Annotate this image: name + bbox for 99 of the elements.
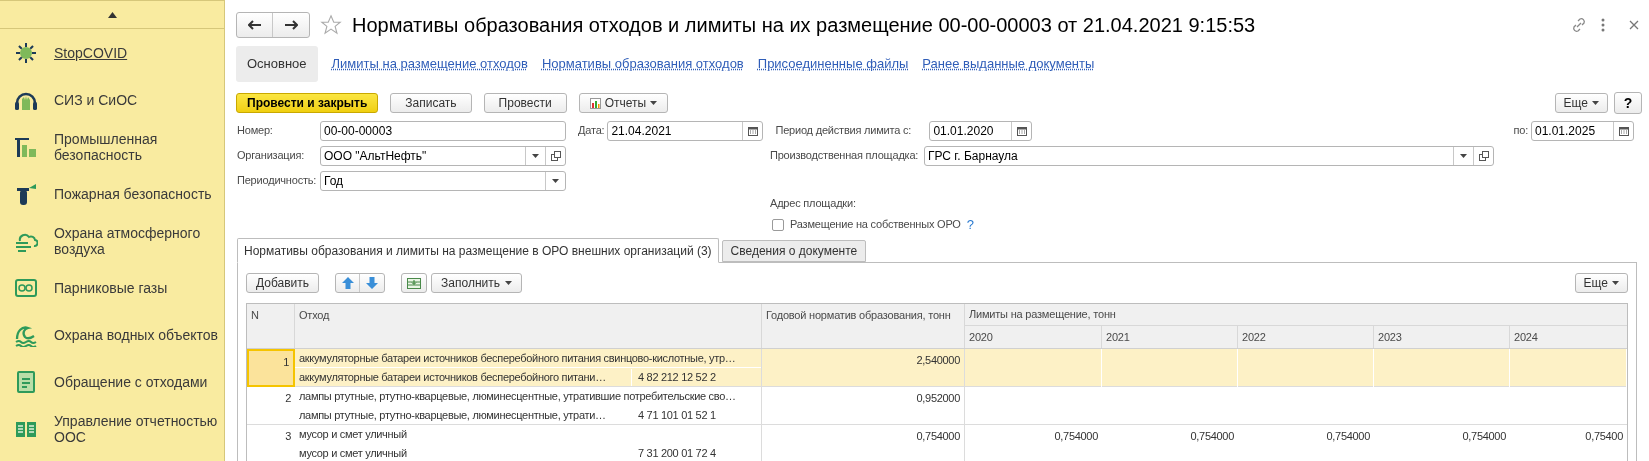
column-header[interactable]: 2020 [965, 326, 1102, 348]
toolbar-button[interactable]: Записать [390, 93, 472, 113]
open-icon [550, 150, 561, 161]
star-icon[interactable] [320, 14, 342, 36]
table-cell-text: 0,754000 [1325, 429, 1371, 444]
open-icon [1478, 150, 1489, 161]
sidebar-item[interactable]: Охрана водных объектов [54, 326, 218, 343]
field-label: Адрес площадки: [770, 196, 856, 212]
sidebar-item[interactable]: СИЗ и СиОС [54, 91, 138, 108]
field-label: Дата: [578, 123, 605, 139]
table-cell: аккумуляторные батареи источников бесперебойного питания свинцово-кислотные, утр… [295, 349, 761, 368]
fill-button[interactable]: Заполнить [431, 273, 522, 293]
table-cell-text: 4 82 212 12 52 2 [637, 370, 717, 386]
column-header[interactable]: Лимиты на размещение, тонн [965, 304, 1627, 326]
dropdown-field[interactable]: Год [320, 170, 566, 191]
field-label: по: [1513, 123, 1528, 139]
sidebar-item[interactable]: Обращение с отходами [54, 373, 208, 390]
nav-tab[interactable]: Основное [236, 46, 318, 82]
caret-icon [1592, 101, 1599, 105]
date-field[interactable]: 01.01.2025 [1531, 120, 1634, 141]
column-header[interactable]: 2021 [1102, 326, 1238, 348]
table-cell-text: мусор и смет уличный [298, 446, 408, 461]
link-icon[interactable] [1571, 17, 1587, 33]
caret-icon [1460, 153, 1467, 158]
field-label: Размещение на собственных ОРО [790, 217, 961, 233]
table-cell: аккумуляторные батареи источников бесперебойного питани… [295, 369, 632, 386]
table-cell-text: лампы ртутные, ртутно-кварцевые, люминесцентные, утрати… [298, 408, 607, 424]
tab[interactable]: Нормативы образования и лимиты на размещение в ОРО внешних организаций (3) [237, 238, 719, 263]
sidebar-item[interactable]: Охрана атмосферного воздуха [54, 224, 224, 257]
fire-extinguisher-icon [14, 181, 38, 206]
add-button[interactable]: Добавить [246, 273, 320, 293]
table-cell-text: 0,75400 [1584, 429, 1624, 444]
sidebar-item[interactable]: StopCOVID [54, 44, 128, 61]
date-field[interactable]: 21.04.2021 [607, 120, 764, 141]
caret-icon [532, 153, 539, 158]
table-cell-text: лампы ртутные, ртутно-кварцевые, люминесцентные, утратившие потребительские сво… [298, 389, 737, 405]
fill-table-button[interactable] [401, 273, 428, 293]
help-link[interactable]: ? [966, 214, 974, 235]
column-header[interactable]: Годовой норматив образования, тонн [762, 304, 965, 348]
toolbar-button[interactable]: Провести [483, 93, 567, 113]
field-label: Номер: [237, 123, 274, 139]
more-button[interactable]: Еще [1574, 273, 1628, 293]
scroll-up-icon[interactable] [107, 11, 117, 18]
column-header[interactable]: 2022 [1238, 326, 1374, 348]
field-label: Период действия лимита с: [775, 123, 913, 139]
sidebar-item[interactable]: Управление отчетностью ООС [54, 412, 224, 445]
table-row[interactable]: 1 аккумуляторные батареи источников бесперебойного питания свинцово-кислотные, утр… аккумуляторные батареи источников бесперебойного питани… 4 82 212 12 52 2 2,540000 [247, 349, 1627, 387]
chart-icon [589, 97, 601, 109]
tab[interactable]: Сведения о документе [721, 240, 867, 262]
table-row[interactable]: 2 лампы ртутные, ртутно-кварцевые, люминесцентные, утратившие потребительские сво… лампы ртутные, ртутно-кварцевые, люминесцентные, утрати… 4 71 101 01 52 1 0,952000 [247, 387, 1627, 425]
sidebar-item[interactable]: Парниковые газы [54, 279, 168, 296]
column-header[interactable]: 2024 [1510, 326, 1627, 348]
arrow-right-icon [284, 20, 298, 30]
more-icon[interactable] [1601, 18, 1605, 32]
document-icon [14, 369, 38, 394]
column-header[interactable]: 2023 [1374, 326, 1510, 348]
table-cell-text: 3 [284, 429, 292, 444]
calendar-icon [1016, 125, 1027, 136]
calendar-icon [1618, 125, 1629, 136]
sidebar-item[interactable]: Пожарная безопасность [54, 185, 212, 202]
table-cell-text: 2 [284, 391, 292, 406]
field-label: Производственная площадка: [770, 148, 920, 164]
help-button[interactable]: ? [1614, 92, 1642, 114]
arrow-left-icon [247, 20, 262, 30]
post-close-button[interactable]: Провести и закрыть [236, 93, 379, 113]
nav-tab[interactable]: Нормативы образования отходов [535, 54, 750, 74]
input-field[interactable]: 00-00-00003 [320, 120, 566, 141]
input-field[interactable]: ГРС г. Барнаула [924, 145, 1494, 166]
table-cell-text: мусор и смет уличный [298, 427, 408, 443]
reports-button[interactable]: Отчеты [578, 93, 669, 113]
table-cell: 1 [247, 349, 295, 387]
caret-icon [504, 281, 512, 285]
date-field[interactable]: 01.01.2020 [929, 120, 1033, 141]
checkbox[interactable] [772, 218, 784, 231]
sidebar-item[interactable]: Промышленная безопасность [54, 130, 224, 163]
column-header[interactable]: Отход [295, 304, 762, 348]
nav-tab[interactable]: Ранее выданные документы [916, 54, 1101, 74]
table-cell-text: 0,754000 [1461, 429, 1507, 444]
calendar-icon [747, 125, 758, 136]
caret-icon [1612, 281, 1619, 285]
column-header[interactable]: N [247, 304, 295, 348]
table-cell: 0,754000 [762, 425, 965, 461]
input-field[interactable]: ООО "АльтНефть" [320, 145, 566, 166]
arrow-up-icon [341, 277, 354, 289]
nav-tab[interactable]: Присоединенные файлы [751, 54, 915, 74]
table-cell-text: 4 71 101 01 52 1 [637, 408, 717, 424]
table-icon [407, 277, 422, 289]
field-label: Организация: [237, 148, 305, 164]
caret-icon [650, 101, 658, 105]
close-icon[interactable] [1629, 20, 1639, 30]
window-title: Нормативы образования отходов и лимиты на их размещение 00-00-00003 от 21.04.2021 9:15:53 [352, 13, 1256, 38]
caret-icon [552, 178, 559, 183]
nav-tab[interactable]: Лимиты на размещение отходов [325, 54, 534, 74]
table-cell-text: 7 31 200 01 72 4 [637, 446, 717, 461]
table-cell-text: 0,754000 [1189, 429, 1235, 444]
arrow-down-icon [366, 277, 379, 289]
table-cell-text: 0,754000 [1053, 429, 1099, 444]
more-button[interactable]: Еще [1554, 93, 1608, 113]
field-label: Периодичность: [237, 173, 318, 189]
